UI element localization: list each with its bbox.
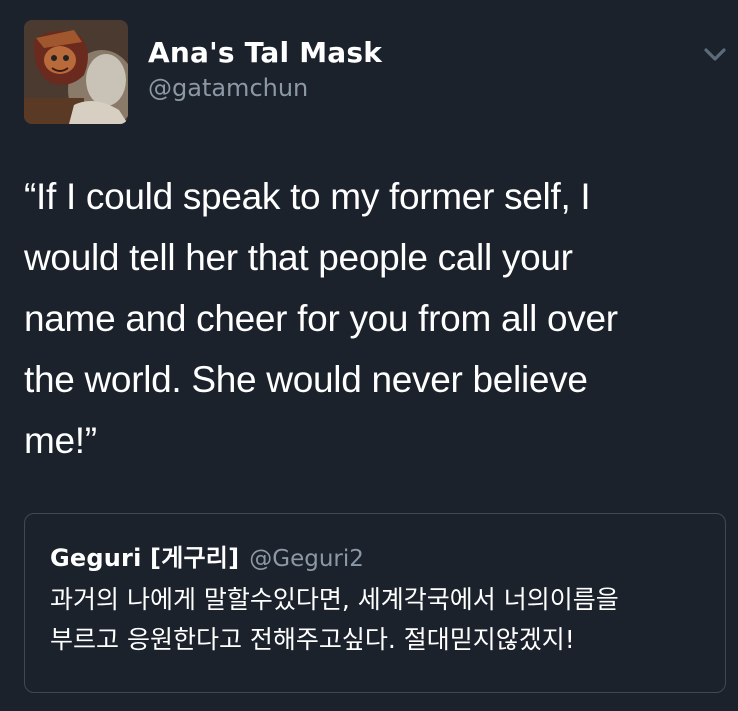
chevron-down-icon[interactable] bbox=[700, 42, 730, 68]
tweet-text: “If I could speak to my former self, I w… bbox=[24, 176, 618, 461]
quoted-tweet-text: 과거의 나에게 말할수있다면, 세계각국에서 너의이름을 부르고 응원한다고 전… bbox=[50, 585, 619, 654]
tweet: Ana's Tal Mask @gatamchun “If I could sp… bbox=[0, 0, 738, 711]
quoted-tweet-handle: @Geguri2 bbox=[249, 546, 364, 572]
avatar-image bbox=[24, 20, 128, 124]
profile-avatar[interactable] bbox=[24, 20, 128, 124]
quoted-tweet-display-name: Geguri [게구리] bbox=[50, 544, 240, 572]
quoted-tweet-card[interactable]: Geguri [게구리] @Geguri2 과거의 나에게 말할수있다면, 세계각… bbox=[24, 513, 726, 693]
author-handle[interactable]: @gatamchun bbox=[148, 74, 308, 102]
author-display-name[interactable]: Ana's Tal Mask bbox=[148, 36, 382, 69]
quoted-tweet-header: Geguri [게구리] @Geguri2 bbox=[50, 538, 364, 573]
